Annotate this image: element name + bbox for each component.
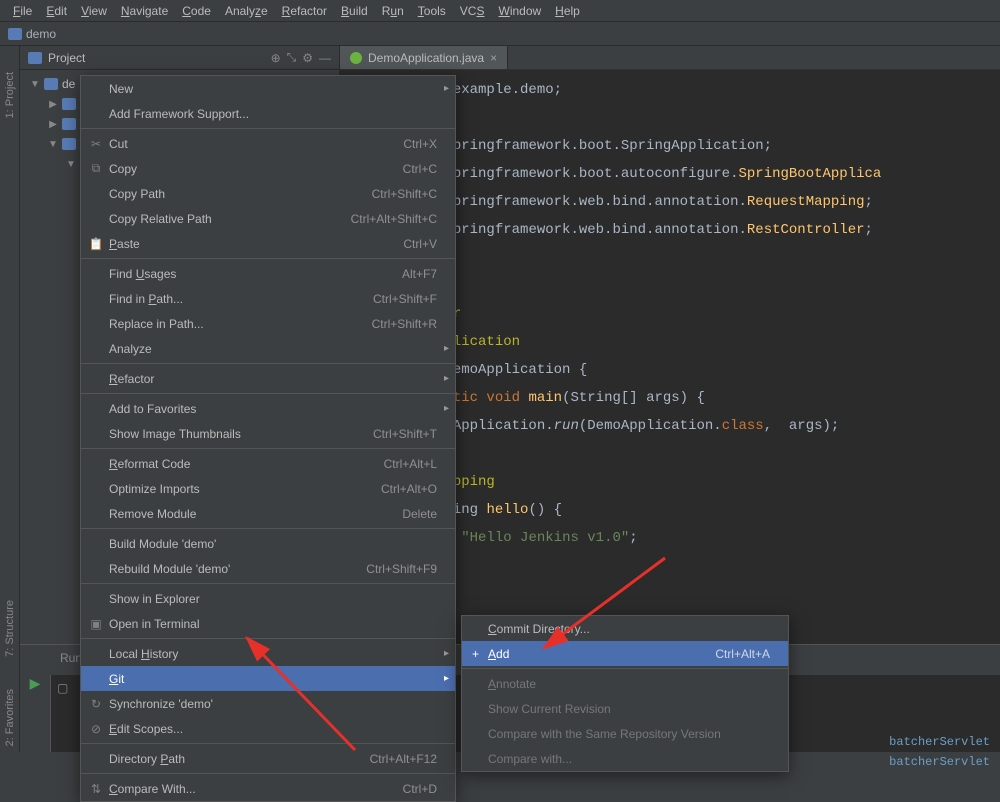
menu-code[interactable]: Code: [175, 2, 218, 20]
ctx-replace-in-path-[interactable]: Replace in Path...Ctrl+Shift+R: [81, 311, 455, 336]
menu-view[interactable]: View: [74, 2, 114, 20]
menu-file[interactable]: File: [6, 2, 39, 20]
folder-icon: [8, 28, 22, 40]
servlet-text: batcherServlet: [889, 735, 990, 749]
ctx-find-in-path-[interactable]: Find in Path...Ctrl+Shift+F: [81, 286, 455, 311]
git-submenu: Commit Directory...+AddCtrl+Alt+A Annotat…: [461, 615, 789, 772]
menu-build[interactable]: Build: [334, 2, 375, 20]
ctx-remove-module[interactable]: Remove ModuleDelete: [81, 501, 455, 526]
hide-icon[interactable]: —: [319, 51, 331, 65]
gutter-structure[interactable]: 7: Structure: [4, 594, 16, 663]
menu-window[interactable]: Window: [491, 2, 548, 20]
ctx-copy-path[interactable]: Copy PathCtrl+Shift+C: [81, 181, 455, 206]
play-icon[interactable]: ▶: [30, 675, 41, 692]
settings-icon[interactable]: ⚙: [302, 51, 313, 65]
menu-tools[interactable]: Tools: [411, 2, 453, 20]
menu-edit[interactable]: Edit: [39, 2, 74, 20]
servlet-text-2: batcherServlet: [889, 755, 990, 769]
ctx-find-usages[interactable]: Find UsagesAlt+F7: [81, 261, 455, 286]
collapse-icon[interactable]: ⤡: [287, 50, 297, 65]
ctx-edit-scopes-[interactable]: ⊘Edit Scopes...: [81, 716, 455, 741]
menu-run[interactable]: Run: [375, 2, 411, 20]
menu-refactor[interactable]: Refactor: [275, 2, 334, 20]
ctx-show-in-explorer[interactable]: Show in Explorer: [81, 586, 455, 611]
ctx-optimize-imports[interactable]: Optimize ImportsCtrl+Alt+O: [81, 476, 455, 501]
menubar: File Edit View Navigate Code Analyze Ref…: [0, 0, 1000, 22]
ctx-cut[interactable]: ✂CutCtrl+X: [81, 131, 455, 156]
tree-root: de: [62, 77, 75, 91]
ctx-rebuild-module-demo-[interactable]: Rebuild Module 'demo'Ctrl+Shift+F9: [81, 556, 455, 581]
ctx-build-module-demo-[interactable]: Build Module 'demo': [81, 531, 455, 556]
git-add[interactable]: +AddCtrl+Alt+A: [462, 641, 788, 666]
git-annotate: Annotate: [462, 671, 788, 696]
run-console-icon[interactable]: ▢: [57, 682, 68, 696]
ctx-local-history[interactable]: Local History▸: [81, 641, 455, 666]
spring-icon: [350, 52, 362, 64]
ctx-copy-relative-path[interactable]: Copy Relative PathCtrl+Alt+Shift+C: [81, 206, 455, 231]
git-compare-with-the-same-repository-version: Compare with the Same Repository Version: [462, 721, 788, 746]
panel-folder-icon: [28, 52, 42, 64]
breadcrumb-project: demo: [26, 27, 56, 41]
autoscroll-icon[interactable]: ⊕: [271, 51, 281, 65]
ctx-refactor[interactable]: Refactor▸: [81, 366, 455, 391]
ctx-reformat-code[interactable]: Reformat CodeCtrl+Alt+L: [81, 451, 455, 476]
menu-navigate[interactable]: Navigate: [114, 2, 175, 20]
menu-vcs[interactable]: VCS: [453, 2, 492, 20]
ctx-analyze[interactable]: Analyze▸: [81, 336, 455, 361]
git-compare-with-: Compare with...: [462, 746, 788, 771]
close-icon[interactable]: ×: [490, 51, 497, 65]
ctx-copy[interactable]: ⧉CopyCtrl+C: [81, 156, 455, 181]
ctx-paste[interactable]: 📋PasteCtrl+V: [81, 231, 455, 256]
git-commit-directory-[interactable]: Commit Directory...: [462, 616, 788, 641]
context-menu: New▸Add Framework Support... ✂CutCtrl+X⧉C…: [80, 75, 456, 802]
git-show-current-revision: Show Current Revision: [462, 696, 788, 721]
ctx-add-to-favorites[interactable]: Add to Favorites▸: [81, 396, 455, 421]
ctx-synchronize-demo-[interactable]: ↻Synchronize 'demo': [81, 691, 455, 716]
gutter-project[interactable]: 1: Project: [4, 66, 16, 124]
menu-help[interactable]: Help: [548, 2, 587, 20]
menu-analyze[interactable]: Analyze: [218, 2, 275, 20]
editor-tabs: DemoApplication.java ×: [340, 46, 1000, 70]
project-panel-title: Project: [48, 51, 265, 65]
gutter-favorites[interactable]: 2: Favorites: [4, 683, 16, 752]
tab-label: DemoApplication.java: [368, 51, 484, 65]
ctx-add-framework-support-[interactable]: Add Framework Support...: [81, 101, 455, 126]
ctx-git[interactable]: Git▸: [81, 666, 455, 691]
ctx-compare-with-[interactable]: ⇅Compare With...Ctrl+D: [81, 776, 455, 801]
ctx-show-image-thumbnails[interactable]: Show Image ThumbnailsCtrl+Shift+T: [81, 421, 455, 446]
breadcrumb: demo: [0, 22, 1000, 46]
editor-tab-demoapplication[interactable]: DemoApplication.java ×: [340, 46, 508, 69]
left-gutter: 1: Project 7: Structure 2: Favorites: [0, 46, 20, 752]
ctx-open-in-terminal[interactable]: ▣Open in Terminal: [81, 611, 455, 636]
ctx-new[interactable]: New▸: [81, 76, 455, 101]
ctx-directory-path[interactable]: Directory PathCtrl+Alt+F12: [81, 746, 455, 771]
